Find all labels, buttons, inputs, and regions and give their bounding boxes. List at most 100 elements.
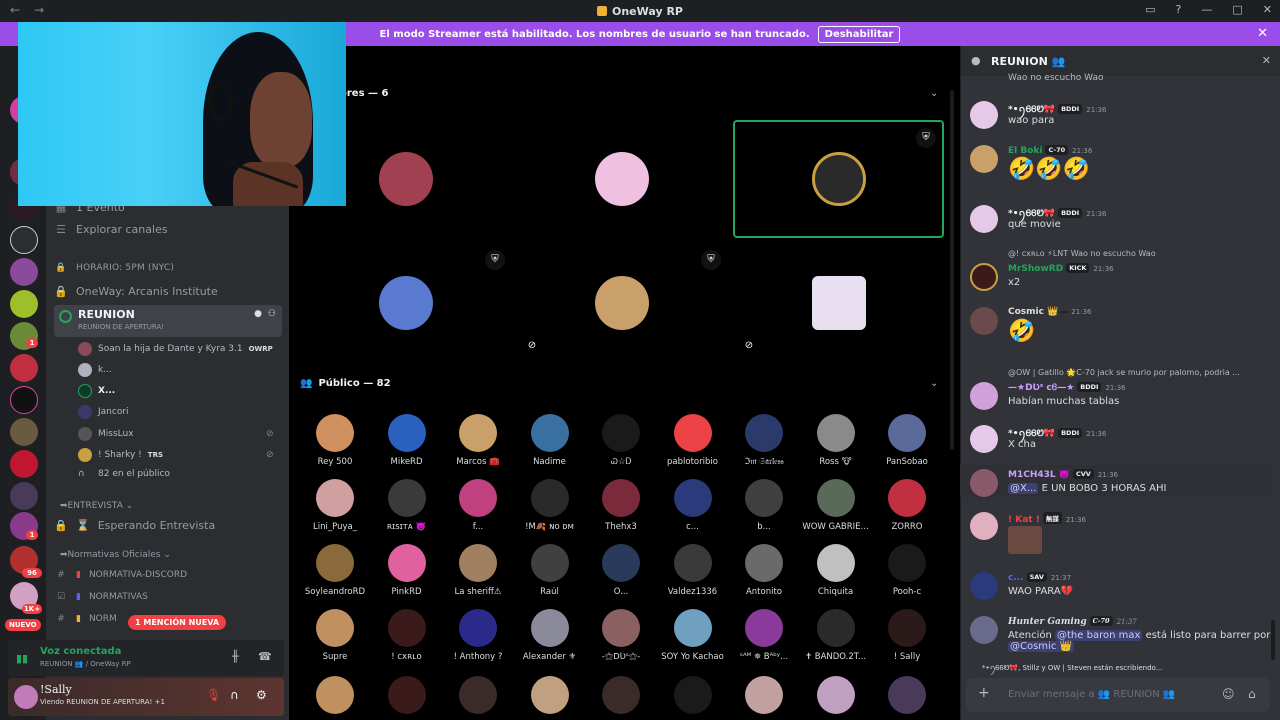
audience-count[interactable]: ∩ 82 en el público: [78, 469, 170, 479]
chevron-down-icon[interactable]: ⌄: [930, 378, 938, 389]
maximize-icon[interactable]: □: [1232, 3, 1242, 16]
avatar[interactable]: [970, 572, 998, 600]
avatar[interactable]: [970, 425, 998, 453]
game-controller-icon[interactable]: ⌂: [1248, 687, 1256, 701]
image-attachment[interactable]: [1008, 526, 1042, 554]
message-author[interactable]: El Boki C-70 21:36: [1008, 145, 1092, 156]
avatar[interactable]: [673, 676, 712, 714]
user-mention[interactable]: @the baron max: [1055, 630, 1143, 641]
new-mention-badge[interactable]: 1 MENCIÓN NUEVA: [128, 615, 227, 630]
avatar[interactable]: [387, 676, 426, 714]
chevron-down-icon[interactable]: ⌄: [930, 88, 938, 99]
minimize-icon[interactable]: —: [1201, 3, 1212, 16]
audience-member[interactable]: ! ᴄxʀʟᴏ: [371, 609, 443, 662]
speaker-tile[interactable]: ⛨: [300, 244, 511, 362]
audience-member[interactable]: !M🍂 ɴᴏ ᴅᴍ: [514, 479, 586, 532]
audience-member[interactable]: Supre: [299, 609, 371, 662]
audience-member[interactable]: Pooh-c: [871, 544, 943, 597]
audience-member[interactable]: Chiquita: [800, 544, 872, 597]
reply-preview[interactable]: @! ᴄxʀʟᴏ ⚡LNT Wao no escucho Wao: [1008, 249, 1156, 258]
audience-member[interactable]: Nadime: [514, 414, 586, 467]
speaker-tile[interactable]: ⛨: [733, 120, 944, 238]
avatar[interactable]: [602, 676, 640, 714]
stage-scrollbar[interactable]: [950, 90, 954, 450]
avatar[interactable]: [530, 676, 569, 714]
message-author[interactable]: c... SAV 21:37: [1008, 572, 1071, 583]
soundboard-icon[interactable]: ╫: [232, 650, 239, 663]
avatar[interactable]: [970, 101, 998, 129]
audience-member[interactable]: PanSobao: [871, 414, 943, 467]
avatar[interactable]: [316, 676, 354, 714]
audience-member[interactable]: f...: [442, 479, 514, 532]
chat-input-box[interactable]: + Enviar mensaje a 👥 REUNION 👥 ☺ ⌂: [966, 678, 1270, 712]
audience-member[interactable]: Raúl: [514, 544, 586, 597]
avatar[interactable]: [970, 469, 998, 497]
inbox-icon[interactable]: ▭: [1145, 3, 1155, 16]
category-entrevista[interactable]: ➡ENTREVISTA ⌄: [60, 501, 133, 511]
mic-muted-icon[interactable]: 🎙: [206, 688, 221, 702]
audience-member[interactable]: Lini_Puya_: [299, 479, 371, 532]
voice-user[interactable]: MissLux ⊘: [78, 427, 274, 441]
server-icon-5[interactable]: [10, 258, 38, 286]
stage-channel-reunion[interactable]: REUNION REUNION DE APERTURA! ● ⚇: [54, 305, 282, 337]
audience-member[interactable]: O...: [585, 544, 657, 597]
server-icon-9[interactable]: [10, 386, 38, 414]
avatar[interactable]: [970, 263, 998, 291]
close-chat-icon[interactable]: ✕: [1262, 54, 1271, 67]
server-icon-12[interactable]: [10, 482, 38, 510]
audience-member[interactable]: MikeRD: [371, 414, 443, 467]
audience-member[interactable]: La sheriff⚠: [442, 544, 514, 597]
server-icon-11[interactable]: [10, 450, 38, 478]
help-icon[interactable]: ?: [1176, 3, 1182, 16]
audience-member[interactable]: Thehx3: [585, 479, 657, 532]
disconnect-icon[interactable]: ☎: [258, 650, 272, 663]
chat-scrollbar[interactable]: [1271, 620, 1275, 660]
audience-member[interactable]: Antonito: [728, 544, 800, 597]
chat-input-placeholder[interactable]: Enviar mensaje a 👥 REUNION 👥: [1008, 689, 1175, 700]
avatar[interactable]: [970, 382, 998, 410]
audience-member[interactable]: ℑ𝔪 𝔖𝔞𝔯𝔩𝔢𝔰𝔰: [728, 414, 800, 467]
message-author[interactable]: MrShowRD KICK 21:36: [1008, 263, 1114, 274]
voice-user[interactable]: ! Sharky ! TRS ⊘: [78, 448, 274, 462]
avatar[interactable]: [970, 512, 998, 540]
avatar[interactable]: [459, 676, 497, 714]
explore-channels[interactable]: ☰ Explorar canales: [54, 223, 168, 236]
channel-schedule[interactable]: 🔒 HORARIO: 5PM (NYC): [54, 263, 174, 273]
avatar[interactable]: [970, 616, 998, 644]
voice-user[interactable]: Jancori: [78, 405, 129, 419]
message-author[interactable]: —★ꓓƲˢ ᴄᏮ—★ BDDI 21:36: [1008, 382, 1126, 393]
voice-user[interactable]: Soan la hija de Dante y Kyra 3.1 OWRP: [78, 342, 273, 356]
audience-member[interactable]: Rey 500: [299, 414, 371, 467]
headphones-icon[interactable]: ∩: [230, 688, 239, 702]
avatar[interactable]: [888, 676, 926, 714]
audience-member[interactable]: Marcos 🧰: [442, 414, 514, 467]
message-author[interactable]: M1CH43L 👿 CVV 21:36: [1008, 469, 1118, 480]
channel-waiting[interactable]: 🔒 ⌛ Esperando Entrevista: [54, 519, 215, 532]
close-icon[interactable]: ✕: [1263, 3, 1272, 16]
settings-gear-icon[interactable]: ⚙: [256, 688, 267, 702]
avatar[interactable]: [745, 676, 783, 714]
voice-user[interactable]: X...: [78, 384, 115, 398]
audience-member[interactable]: ZORRO: [871, 479, 943, 532]
voice-user[interactable]: k...: [78, 363, 112, 377]
avatar[interactable]: [970, 145, 998, 173]
avatar[interactable]: [816, 676, 855, 714]
channel-normativas[interactable]: ☑ ▮ NORMATIVAS: [54, 592, 148, 602]
channel-norm[interactable]: # ▮ NORM: [54, 614, 117, 624]
audience-member[interactable]: SOY Yo Kachao: [657, 609, 729, 662]
speaker-tile[interactable]: ⛨ ⊘: [516, 244, 727, 362]
speaker-tile[interactable]: ⊘: [733, 244, 944, 362]
server-icon-10[interactable]: [10, 418, 38, 446]
audience-member[interactable]: PinkRD: [371, 544, 443, 597]
audience-member[interactable]: ! Sally: [871, 609, 943, 662]
server-icon-8[interactable]: [10, 354, 38, 382]
audience-member[interactable]: ˢᴬᴹ ✵ Bᴬᵇʸ...: [728, 609, 800, 662]
audience-member[interactable]: b...: [728, 479, 800, 532]
audience-member[interactable]: Alexander ⚜: [514, 609, 586, 662]
message-author[interactable]: Cosmic 👑 21:36: [1008, 307, 1091, 317]
audience-member[interactable]: Ross 🐮: [800, 414, 872, 467]
category-normativas[interactable]: ➡Normativas Oficiales ⌄: [60, 550, 171, 560]
audience-member[interactable]: ʀɪsɪᴛᴀ 👿: [371, 479, 443, 532]
speaker-tile[interactable]: [516, 120, 727, 238]
add-attachment-icon[interactable]: +: [978, 685, 990, 701]
